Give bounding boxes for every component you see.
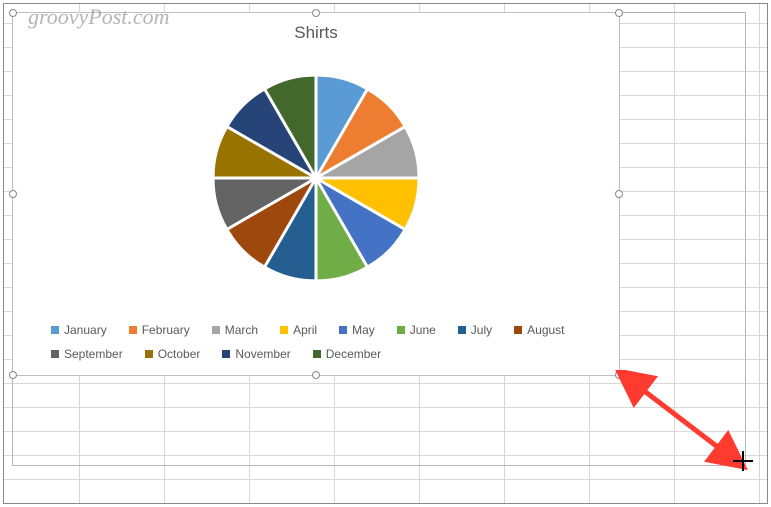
legend-item-march[interactable]: March xyxy=(212,323,258,337)
legend-item-august[interactable]: August xyxy=(514,323,564,337)
legend-label: September xyxy=(64,347,123,361)
resize-handle-ne[interactable] xyxy=(615,9,623,17)
legend-swatch-icon xyxy=(51,350,59,358)
legend-swatch-icon xyxy=(212,326,220,334)
resize-handle-w[interactable] xyxy=(9,190,17,198)
resize-handle-nw[interactable] xyxy=(9,9,17,17)
legend-label: August xyxy=(527,323,564,337)
legend-swatch-icon xyxy=(339,326,347,334)
legend-item-june[interactable]: June xyxy=(397,323,436,337)
resize-cursor-icon xyxy=(732,450,754,472)
resize-handle-s[interactable] xyxy=(312,371,320,379)
legend-label: June xyxy=(410,323,436,337)
legend-label: July xyxy=(471,323,492,337)
legend-item-april[interactable]: April xyxy=(280,323,317,337)
legend-label: May xyxy=(352,323,375,337)
legend-item-november[interactable]: November xyxy=(222,347,290,361)
watermark-text: groovyPost.com xyxy=(28,4,170,30)
legend-label: March xyxy=(225,323,258,337)
resize-handle-sw[interactable] xyxy=(9,371,17,379)
legend-label: January xyxy=(64,323,107,337)
legend-swatch-icon xyxy=(51,326,59,334)
legend-item-january[interactable]: January xyxy=(51,323,107,337)
chart-object[interactable]: Shirts JanuaryFebruaryMarchAprilMayJuneJ… xyxy=(12,12,620,376)
legend-label: April xyxy=(293,323,317,337)
legend-item-october[interactable]: October xyxy=(145,347,201,361)
legend-item-february[interactable]: February xyxy=(129,323,190,337)
legend-swatch-icon xyxy=(145,350,153,358)
pie-chart[interactable] xyxy=(201,63,431,293)
chart-legend: January February March April May June July Augu… xyxy=(51,323,599,361)
resize-handle-n[interactable] xyxy=(312,9,320,17)
legend-item-december[interactable]: December xyxy=(313,347,381,361)
legend-swatch-icon xyxy=(313,350,321,358)
legend-swatch-icon xyxy=(129,326,137,334)
legend-swatch-icon xyxy=(222,350,230,358)
legend-label: February xyxy=(142,323,190,337)
legend-swatch-icon xyxy=(280,326,288,334)
resize-handle-se[interactable] xyxy=(615,371,623,379)
legend-swatch-icon xyxy=(514,326,522,334)
legend-item-july[interactable]: July xyxy=(458,323,492,337)
legend-item-september[interactable]: September xyxy=(51,347,123,361)
legend-item-may[interactable]: May xyxy=(339,323,375,337)
resize-handle-e[interactable] xyxy=(615,190,623,198)
legend-swatch-icon xyxy=(397,326,405,334)
legend-label: October xyxy=(158,347,201,361)
legend-label: November xyxy=(235,347,290,361)
legend-label: December xyxy=(326,347,381,361)
legend-swatch-icon xyxy=(458,326,466,334)
